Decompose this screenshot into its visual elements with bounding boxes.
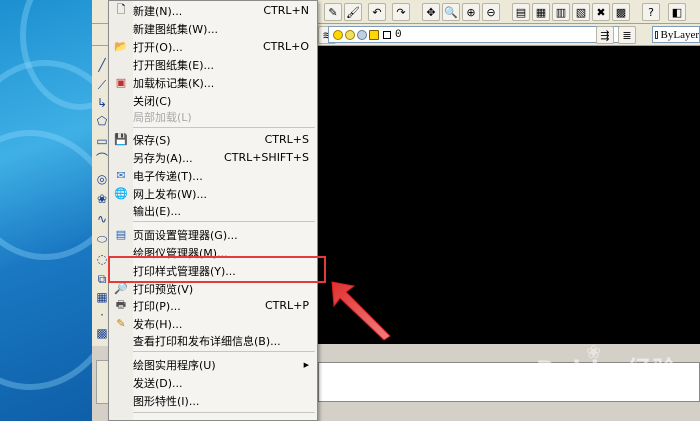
linetype-value: ByLayer bbox=[660, 28, 699, 41]
ellipse-arc-icon[interactable]: ◌ bbox=[95, 252, 109, 266]
menu-item-open-sheet-set[interactable]: 打开图纸集(E)... bbox=[109, 55, 317, 74]
ellipse-icon[interactable]: ⬭ bbox=[95, 232, 109, 246]
polygon-icon[interactable]: ⬠ bbox=[95, 114, 109, 128]
menu-item-save[interactable]: 💾 保存(S) CTRL+S bbox=[109, 130, 317, 149]
arc-icon[interactable]: ⌒ bbox=[95, 152, 109, 166]
menu-item-view-plot-details[interactable]: 查看打印和发布详细信息(B)... bbox=[109, 331, 317, 350]
menu-item-new-sheet-set[interactable]: 新建图纸集(W)... bbox=[109, 19, 317, 38]
construction-line-icon[interactable]: ⟋ bbox=[95, 78, 109, 92]
layer-name: 0 bbox=[395, 28, 402, 41]
revision-cloud-icon[interactable]: ❀ bbox=[95, 192, 109, 206]
calculator-icon[interactable]: ▩ bbox=[612, 3, 630, 21]
light-bulb-icon bbox=[333, 29, 343, 40]
menu-item-page-setup-manager[interactable]: ▤ 页面设置管理器(G)... bbox=[109, 225, 317, 244]
sheet-set-icon[interactable]: ▧ bbox=[572, 3, 590, 21]
menu-item-save-as[interactable]: 另存为(A)... CTRL+SHIFT+S bbox=[109, 148, 317, 167]
open-folder-icon: 📂 bbox=[114, 40, 128, 53]
insert-block-icon[interactable]: ⧉ bbox=[95, 272, 109, 286]
menu-separator bbox=[133, 127, 315, 128]
make-block-icon[interactable]: ▦ bbox=[95, 290, 109, 304]
layer-previous-icon[interactable]: ≣ bbox=[618, 26, 636, 44]
polyline-icon[interactable]: ↳ bbox=[95, 96, 109, 110]
layer-dropdown[interactable]: 0 ▼ bbox=[328, 26, 634, 43]
desktop-background bbox=[0, 0, 92, 421]
brush-icon[interactable]: 🖌 bbox=[344, 3, 362, 21]
new-file-icon: 🗋 bbox=[116, 3, 126, 16]
menu-item-open[interactable]: 📂 打开(O)... CTRL+O bbox=[109, 37, 317, 56]
file-menu: 🗋 新建(N)... CTRL+N 新建图纸集(W)... 📂 打开(O)...… bbox=[108, 0, 318, 421]
lock-icon bbox=[357, 29, 367, 40]
linetype-dropdown[interactable]: ByLayer bbox=[652, 26, 700, 43]
zoom-previous-icon[interactable]: ⊖ bbox=[482, 3, 500, 21]
etransmit-icon: ✉ bbox=[116, 169, 126, 182]
menu-item-plot[interactable]: 🖶 打印(P)... CTRL+P bbox=[109, 296, 317, 315]
pointer-arrow bbox=[331, 281, 391, 341]
circle-icon[interactable]: ◎ bbox=[95, 172, 109, 186]
page-setup-icon: ▤ bbox=[115, 228, 127, 241]
chevron-right-icon: ▶ bbox=[303, 360, 309, 369]
point-icon[interactable]: · bbox=[95, 308, 109, 322]
markup-icon: ▣ bbox=[115, 76, 127, 89]
zoom-window-icon[interactable]: ⊕ bbox=[462, 3, 480, 21]
menu-item-drawing-properties[interactable]: 图形特性(I)... bbox=[109, 391, 317, 410]
redo-icon[interactable]: ↷ bbox=[392, 3, 410, 21]
menu-separator bbox=[133, 221, 315, 222]
menu-item-send[interactable]: 发送(D)... bbox=[109, 373, 317, 392]
baidu-watermark: ❀ Baidu 经验 jingyan.baidu.com bbox=[536, 342, 678, 398]
menu-item-new[interactable]: 🗋 新建(N)... CTRL+N bbox=[109, 1, 317, 20]
menu-item-partial-load: 局部加载(L) bbox=[133, 110, 192, 124]
markup-set-icon[interactable]: ✖ bbox=[592, 3, 610, 21]
properties-icon[interactable]: ▤ bbox=[512, 3, 530, 21]
workspace-icon[interactable]: ◧ bbox=[668, 3, 686, 21]
design-center-icon[interactable]: ▦ bbox=[532, 3, 550, 21]
color-swatch bbox=[655, 30, 658, 39]
color-swatch bbox=[383, 30, 391, 39]
hatch-icon[interactable]: ▩ bbox=[95, 326, 109, 340]
paw-icon: ❀ bbox=[586, 342, 602, 363]
menu-item-drawing-utilities[interactable]: 绘图实用程序(U) ▶ bbox=[109, 355, 317, 374]
menu-separator bbox=[133, 351, 315, 352]
menu-item-etransmit[interactable]: ✉ 电子传递(T)... bbox=[109, 166, 317, 185]
zoom-realtime-icon[interactable]: 🔍 bbox=[442, 3, 460, 21]
print-icon: 🖶 bbox=[115, 298, 127, 311]
make-current-layer-icon[interactable]: ⇶ bbox=[596, 26, 614, 44]
highlight-box bbox=[108, 256, 326, 283]
menu-separator bbox=[133, 412, 315, 413]
pencil-icon[interactable]: ✎ bbox=[324, 3, 342, 21]
save-icon: 💾 bbox=[114, 133, 128, 146]
undo-icon[interactable]: ↶ bbox=[368, 3, 386, 21]
spline-icon[interactable]: ∿ bbox=[95, 212, 109, 226]
menu-item-load-markup-set[interactable]: ▣ 加载标记集(K)... bbox=[109, 73, 317, 92]
pan-icon[interactable]: ✥ bbox=[422, 3, 440, 21]
line-icon[interactable]: ╱ bbox=[95, 58, 109, 72]
menu-item-export[interactable]: 输出(E)... bbox=[109, 201, 317, 220]
tool-palettes-icon[interactable]: ▥ bbox=[552, 3, 570, 21]
plot-icon bbox=[369, 29, 379, 40]
rectangle-icon[interactable]: ▭ bbox=[95, 134, 109, 148]
sun-icon bbox=[345, 29, 355, 40]
help-icon[interactable]: ? bbox=[642, 3, 660, 21]
